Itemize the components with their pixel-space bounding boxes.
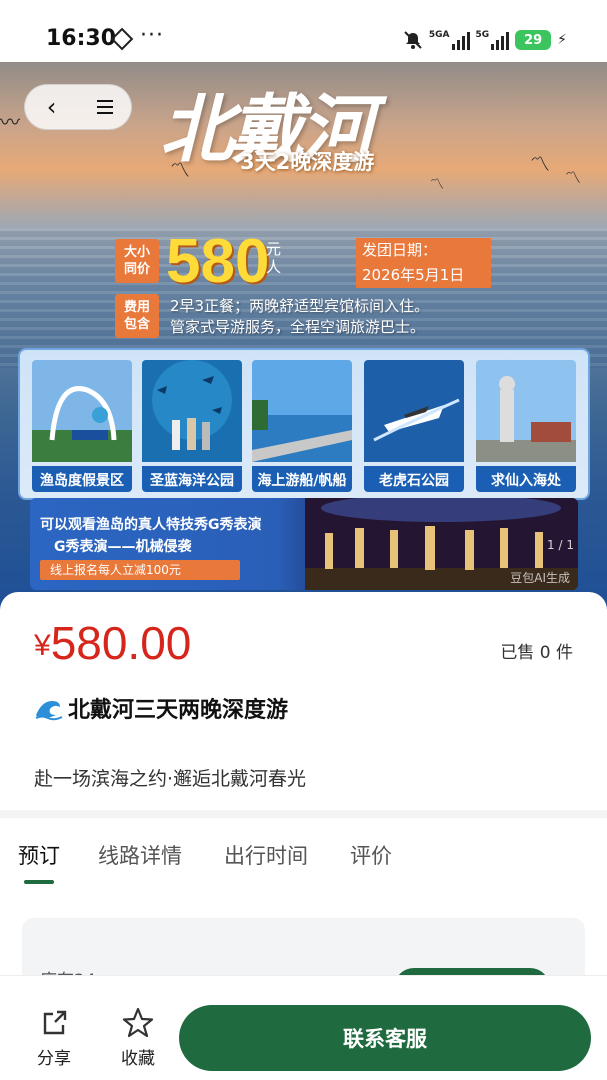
tab-booking[interactable]: 预订 [18, 840, 60, 870]
price-tag-line: 大小 [123, 245, 150, 260]
currency-symbol: ¥ [34, 629, 51, 662]
attraction-label: 求仙入海处 [476, 466, 576, 492]
fee-line: 2早3正餐；两晚舒适型宾馆标间入住。 [170, 297, 430, 315]
bird-decoration: 〽 [530, 152, 550, 176]
price-value: 580.00 [50, 617, 192, 669]
network-type-2: 5G [475, 30, 490, 40]
active-tab-indicator [24, 880, 54, 884]
battery-icon: 29 [515, 30, 552, 50]
promo-badge: 线上报名每人立减100元 [40, 560, 240, 580]
attraction-image-yacht [364, 360, 464, 462]
share-label: 分享 [37, 1049, 71, 1069]
same-price-tag: 大小 同价 [115, 239, 159, 283]
signal-icon: 5GA [429, 30, 470, 50]
product-info-card: ¥580.00 已售 0 件 北戴河三天两晚深度游 赴一场滨海之约·邂逅北戴河春… [0, 592, 607, 810]
bird-decoration: 〰 [0, 110, 20, 134]
attraction-card: 圣蓝海洋公园 [142, 360, 242, 492]
signal-icon-2: 5G [476, 30, 510, 50]
hero-subtitle: 3天2晚深度游 [240, 150, 375, 174]
product-price: ¥580.00 [34, 616, 191, 670]
hero-price-unit: 元 人 [266, 240, 281, 276]
hero-banner[interactable]: 〰 〽 〽 〽 〽 〽 北戴河 3天2晚深度游 大小 同价 580 元 人 发团… [0, 58, 607, 618]
share-button[interactable]: 分享 [24, 1006, 84, 1069]
chevron-left-icon[interactable]: ‹ [25, 84, 78, 130]
menu-icon[interactable] [78, 84, 131, 130]
tab-travel-time[interactable]: 出行时间 [224, 840, 308, 870]
tab-route-details[interactable]: 线路详情 [98, 840, 182, 870]
product-title: 北戴河三天两晚深度游 [34, 692, 288, 724]
fee-include-text: 2早3正餐；两晚舒适型宾馆标间入住。 管家式导游服务，全程空调旅游巴士。 [170, 296, 429, 338]
attraction-label: 渔岛度假景区 [32, 466, 132, 492]
fee-include-tag: 费用 包含 [115, 294, 159, 338]
more-dots-icon: ··· [140, 23, 164, 48]
wave-icon [35, 701, 63, 721]
price-unit-line: 元 [266, 240, 282, 258]
fee-tag-line: 费用 [123, 300, 150, 315]
attraction-image-pier [252, 360, 352, 462]
product-title-text: 北戴河三天两晚深度游 [68, 698, 289, 723]
bird-decoration: 〽 [430, 177, 444, 193]
attraction-card: 海上游船/帆船 [252, 360, 352, 492]
contact-service-button[interactable]: 联系客服 [179, 1005, 591, 1071]
bottom-action-bar: 分享 收藏 联系客服 [0, 975, 607, 1080]
ai-watermark: 豆包AI生成 [510, 571, 570, 585]
depart-date-value: 2026年5月1日 [356, 262, 491, 288]
hero-price: 580 [166, 227, 270, 296]
attraction-label: 老虎石公园 [364, 466, 464, 492]
attraction-card: 渔岛度假景区 [32, 360, 132, 492]
tab-reviews[interactable]: 评价 [350, 840, 392, 870]
show-line: G秀表演——机械侵袭 [54, 539, 192, 555]
attraction-card: 老虎石公园 [364, 360, 464, 492]
fee-line: 管家式导游服务，全程空调旅游巴士。 [170, 318, 426, 336]
favorite-label: 收藏 [121, 1049, 155, 1069]
fee-tag-line: 包含 [123, 317, 150, 332]
status-bar: 16:30 ··· 5GA 5G 29 ⚡ [0, 0, 607, 62]
price-unit-line: 人 [266, 258, 282, 276]
sold-count: 已售 0 件 [500, 643, 573, 663]
attraction-image-statue [476, 360, 576, 462]
attractions-panel: 渔岛度假景区 圣蓝海洋公园 海上游船/帆船 老虎石公园 求仙入海处 [18, 348, 590, 500]
attraction-image-fishing-island [32, 360, 132, 462]
mute-icon [403, 30, 423, 50]
attraction-image-ocean-park [142, 360, 242, 462]
star-icon [122, 1007, 154, 1038]
status-time: 16:30 [46, 26, 117, 51]
image-pager: 1 / 1 [547, 538, 574, 552]
attraction-card: 求仙入海处 [476, 360, 576, 492]
network-type-1: 5GA [428, 30, 450, 40]
charging-icon: ⚡ [557, 32, 567, 48]
show-line: 可以观看渔岛的真人特技秀G秀表演 [40, 517, 262, 533]
favorite-button[interactable]: 收藏 [108, 1006, 168, 1069]
bird-decoration: 〽 [565, 168, 582, 187]
show-banner: 可以观看渔岛的真人特技秀G秀表演 G秀表演——机械侵袭 线上报名每人立减100元… [30, 498, 578, 590]
depart-date-label: 发团日期： [356, 238, 491, 262]
price-tag-line: 同价 [123, 262, 150, 277]
top-nav-capsule: ‹ [24, 84, 132, 130]
status-indicators: 5GA 5G 29 ⚡ [403, 27, 567, 53]
share-icon [43, 1010, 67, 1035]
booking-section: 库存24 [0, 898, 607, 998]
attraction-label: 海上游船/帆船 [252, 466, 352, 492]
product-subtitle: 赴一场滨海之约·邂逅北戴河春光 [34, 768, 307, 790]
attraction-label: 圣蓝海洋公园 [142, 466, 242, 492]
detail-tabs: 预订 线路详情 出行时间 评价 [0, 818, 607, 898]
